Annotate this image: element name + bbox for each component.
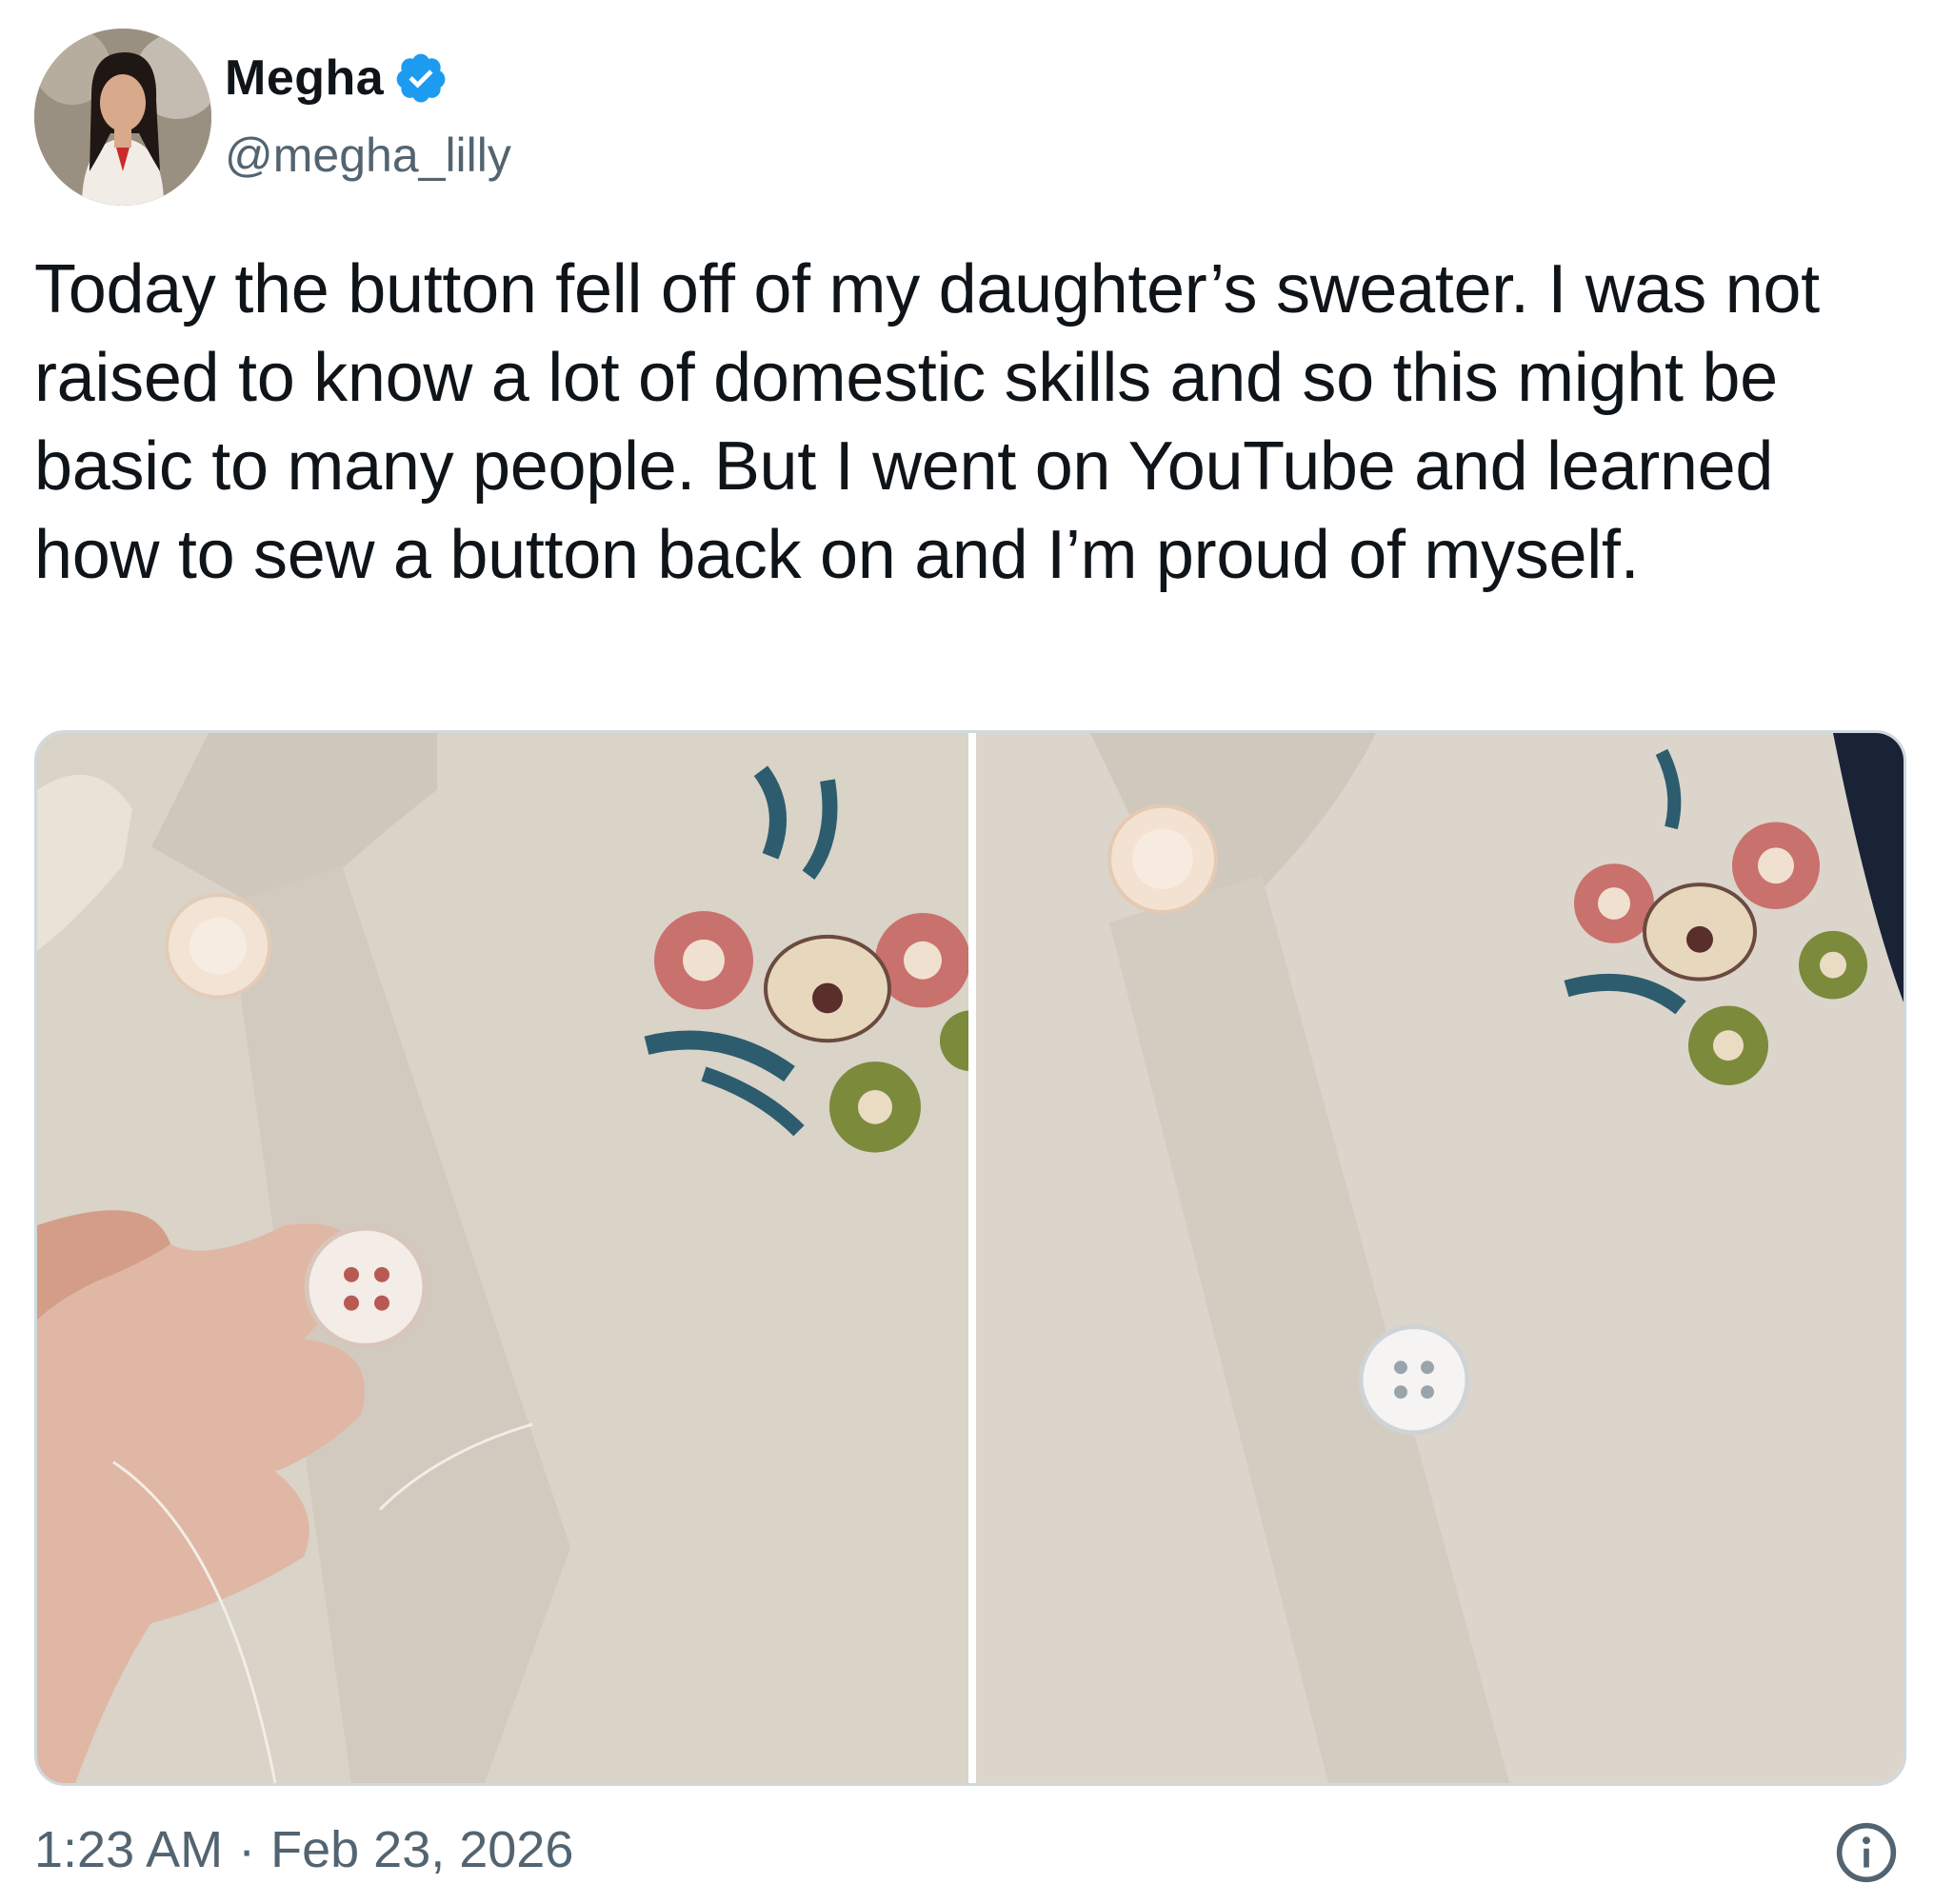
tweet-timestamp[interactable]: 1:23 AM · Feb 23, 2026 bbox=[34, 1820, 573, 1879]
media-grid bbox=[34, 730, 1906, 1786]
tweet-text: Today the button fell off of my daughter… bbox=[34, 251, 1820, 593]
display-name[interactable]: Megha bbox=[225, 50, 384, 107]
meta-separator: · bbox=[238, 1821, 256, 1878]
tweet-date[interactable]: Feb 23, 2026 bbox=[270, 1820, 573, 1879]
photo-sweater-button-in-hand[interactable] bbox=[37, 733, 968, 1783]
tweet-time[interactable]: 1:23 AM bbox=[34, 1820, 223, 1879]
info-icon[interactable] bbox=[1834, 1820, 1899, 1885]
user-handle[interactable]: @megha_lilly bbox=[225, 128, 511, 183]
tweet-header: Megha @megha_lilly bbox=[34, 29, 891, 209]
verified-badge-icon bbox=[396, 53, 446, 103]
avatar[interactable] bbox=[34, 29, 211, 206]
photo-sweater-button-sewn[interactable] bbox=[976, 733, 1904, 1783]
